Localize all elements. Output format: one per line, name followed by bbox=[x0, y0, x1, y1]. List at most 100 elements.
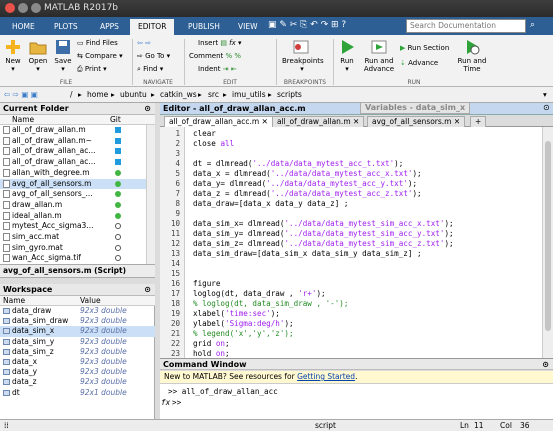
insert-button[interactable]: Insert ▤ fx ▾ bbox=[198, 39, 242, 48]
goto-button[interactable]: ⇨ Go To ▾ bbox=[137, 52, 170, 61]
quick-access-toolbar[interactable]: ▣ ✎ ✂ ⎘ ↶ ↷ ⊞ ? bbox=[268, 20, 346, 30]
path-segment-ubuntu[interactable]: ubuntu bbox=[120, 90, 147, 99]
editor-tab-avg-of-all-sensors[interactable]: avg_of_all_sensors.m ✕ bbox=[367, 116, 466, 127]
getting-started-link[interactable]: Getting Started bbox=[297, 372, 355, 381]
editor-tab-all-of-draw-allan-acc[interactable]: all_of_draw_allan_acc.m ✕ bbox=[164, 116, 273, 127]
run-section-button[interactable]: ▶ Run Section bbox=[400, 44, 449, 53]
path-segment-imu-utils[interactable]: imu_utils bbox=[232, 90, 266, 99]
code-line[interactable]: loglog(dt, data_draw , 'r+'); bbox=[193, 289, 326, 298]
advance-button[interactable]: ⇣ Advance bbox=[400, 59, 438, 68]
file-list-item[interactable]: allan_with_degree.m bbox=[0, 168, 146, 179]
address-bar[interactable]: ⇦ ⇨ ▣ ▣ / ▸ home ▸ ubuntu ▸ catkin_ws ▸ … bbox=[0, 87, 553, 103]
code-line[interactable]: hold on; bbox=[193, 349, 230, 358]
workspace-variable[interactable]: data_y 92x3 double bbox=[0, 367, 155, 377]
column-name[interactable]: Name bbox=[12, 115, 34, 124]
file-list-item[interactable]: all_of_draw_allan_ac... bbox=[0, 146, 146, 157]
file-list-item[interactable]: wan_Acc_sigma.tif bbox=[0, 253, 146, 264]
path-segment-catkin-ws[interactable]: catkin_ws bbox=[160, 90, 197, 99]
code-line[interactable]: data_y= dlmread('../data/data_mytest_acc… bbox=[193, 179, 417, 188]
find-files-button[interactable]: ▭ Find Files bbox=[77, 39, 118, 48]
indent-button[interactable]: Indent ⇥ ⇤ bbox=[198, 65, 237, 74]
code-line[interactable]: close all bbox=[193, 139, 234, 148]
code-line[interactable]: data_draw=[data_x data_y data_z] ; bbox=[193, 199, 348, 208]
back-forward-arrows[interactable]: ⇦ ⇨ bbox=[137, 39, 151, 48]
open-button[interactable]: Open ▾ bbox=[26, 39, 50, 73]
find-button[interactable]: ⌕ Find ▾ bbox=[137, 65, 163, 74]
code-line[interactable]: xlabel('time:sec'); bbox=[193, 309, 280, 318]
print-button[interactable]: ⎙ Print ▾ bbox=[77, 65, 107, 74]
code-line[interactable]: % legend('x','y','z'); bbox=[193, 329, 294, 338]
code-line[interactable]: data_z = dlmread('../data/data_mytest_ac… bbox=[193, 189, 422, 198]
column-git[interactable]: Git bbox=[110, 115, 121, 124]
file-list-item[interactable]: sim_gyro.mat bbox=[0, 243, 146, 254]
code-line[interactable]: data_sim_z= dlmread('../data/data_mytest… bbox=[193, 239, 454, 248]
path-segment-root[interactable]: / bbox=[70, 90, 73, 99]
workspace-variable[interactable]: data_sim_x 92x3 double bbox=[0, 326, 155, 337]
path-segment-src[interactable]: src bbox=[208, 90, 219, 99]
code-line[interactable]: % loglog(dt, data_sim_draw , '-'); bbox=[193, 299, 348, 308]
command-prompt[interactable]: >> bbox=[172, 398, 181, 407]
code-line[interactable]: data_sim_x= dlmread('../data/data_mytest… bbox=[193, 219, 454, 228]
code-line[interactable]: data_sim_draw=[data_sim_x data_sim_y dat… bbox=[193, 249, 422, 258]
editor-menu-icon[interactable]: ⊙ bbox=[543, 103, 550, 112]
workspace-variable[interactable]: data_x 92x3 double bbox=[0, 357, 155, 367]
workspace-variable[interactable]: data_sim_z 92x3 double bbox=[0, 347, 155, 357]
panel-menu-icon[interactable]: ⊙ bbox=[144, 284, 151, 296]
run-and-advance-button[interactable]: Run and Advance bbox=[362, 39, 396, 73]
code-line[interactable]: dt = dlmread('../data/data_mytest_acc_t.… bbox=[193, 159, 403, 168]
code-line[interactable]: grid on; bbox=[193, 339, 230, 348]
workspace-variable[interactable]: data_sim_draw 92x3 double bbox=[0, 316, 155, 326]
comment-button[interactable]: Comment % % bbox=[189, 52, 241, 61]
run-and-time-button[interactable]: Run and Time bbox=[456, 39, 488, 73]
tab-editor[interactable]: EDITOR bbox=[130, 19, 175, 35]
tab-publish[interactable]: PUBLISH bbox=[180, 19, 228, 35]
save-button[interactable]: Save ▾ bbox=[52, 39, 74, 73]
file-list-item[interactable]: all_of_draw_allan_ac... bbox=[0, 157, 146, 168]
search-icon[interactable]: ⌕ bbox=[530, 20, 535, 30]
panel-menu-icon[interactable]: ⊙ bbox=[542, 359, 549, 370]
file-list-item[interactable]: avg_of_all_sensors_... bbox=[0, 189, 146, 200]
close-window-icon[interactable] bbox=[5, 3, 15, 13]
tab-apps[interactable]: APPS bbox=[92, 19, 127, 35]
file-list-item[interactable]: ideal_allan.m bbox=[0, 211, 146, 222]
file-list-scrollbar[interactable] bbox=[146, 125, 155, 264]
workspace-variable[interactable]: dt 92x1 double bbox=[0, 388, 155, 398]
path-dropdown-icon[interactable]: ▾ bbox=[543, 90, 547, 99]
code-line[interactable]: clear bbox=[193, 129, 216, 138]
file-list-item[interactable]: draw_allan.m bbox=[0, 200, 146, 211]
column-value[interactable]: Value bbox=[80, 296, 101, 305]
file-list-item[interactable]: all_of_draw_allan.m~ bbox=[0, 136, 146, 147]
editor-scrollbar[interactable] bbox=[542, 127, 553, 358]
search-documentation-input[interactable]: Search Documentation bbox=[406, 19, 526, 33]
maximize-window-icon[interactable] bbox=[31, 3, 41, 13]
nav-arrows-icon[interactable]: ⇦ ⇨ ▣ ▣ bbox=[4, 90, 38, 99]
path-segment-scripts[interactable]: scripts bbox=[277, 90, 302, 99]
file-list-item[interactable]: mytest_Acc_sigma3... bbox=[0, 221, 146, 232]
minimize-window-icon[interactable] bbox=[18, 3, 28, 13]
workspace-variable[interactable]: data_z 92x3 double bbox=[0, 377, 155, 387]
editor-tab-all-of-draw-allan[interactable]: all_of_draw_allan.m ✕ bbox=[272, 116, 365, 127]
code-line[interactable]: ylabel('Sigma:deg/h'); bbox=[193, 319, 294, 328]
add-tab-button[interactable]: + bbox=[470, 116, 487, 127]
path-segment-home[interactable]: home bbox=[87, 90, 108, 99]
compare-button[interactable]: ⇆ Compare ▾ bbox=[77, 52, 123, 61]
tab-home[interactable]: HOME bbox=[4, 19, 43, 35]
column-name[interactable]: Name bbox=[3, 296, 25, 305]
file-list-item[interactable]: sim_acc.mat bbox=[0, 232, 146, 243]
panel-menu-icon[interactable]: ⊙ bbox=[144, 103, 151, 115]
tab-view[interactable]: VIEW bbox=[230, 19, 266, 35]
code-area[interactable]: clear close all dt = dlmread('../data/data… bbox=[185, 127, 542, 358]
file-list-item[interactable]: all_of_draw_allan.m bbox=[0, 125, 146, 136]
command-window-body[interactable]: >> all_of_draw_allan_acc fx >> bbox=[160, 384, 553, 419]
variables-tab[interactable]: Variables - data_sim_x bbox=[360, 102, 471, 114]
code-line[interactable]: data_sim_y= dlmread('../data/data_mytest… bbox=[193, 229, 454, 238]
workspace-variable[interactable]: data_draw 92x3 double bbox=[0, 306, 155, 316]
function-browser-icon[interactable]: fx bbox=[161, 398, 170, 407]
breakpoints-button[interactable]: Breakpoints ▾ bbox=[282, 39, 324, 73]
code-line[interactable]: data_x = dlmread('../data/data_mytest_ac… bbox=[193, 169, 422, 178]
workspace-variable[interactable]: data_sim_y 92x3 double bbox=[0, 337, 155, 347]
tab-plots[interactable]: PLOTS bbox=[46, 19, 86, 35]
new-button[interactable]: New ▾ bbox=[2, 39, 24, 73]
code-line[interactable]: figure bbox=[193, 279, 220, 288]
run-button[interactable]: Run ▾ bbox=[336, 39, 358, 73]
